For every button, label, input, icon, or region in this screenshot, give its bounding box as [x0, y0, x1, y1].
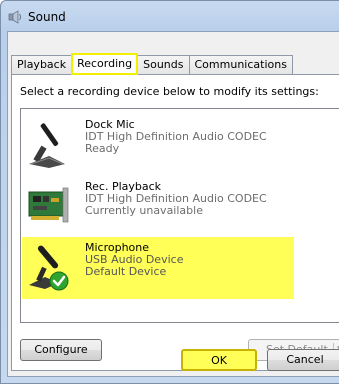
- ok-button[interactable]: OK: [181, 349, 257, 371]
- window-title: Sound: [28, 10, 66, 24]
- sound-card-icon: [25, 180, 73, 232]
- tab-sounds[interactable]: Sounds: [137, 55, 190, 75]
- speaker-icon: [7, 9, 23, 25]
- device-item-rec-playback[interactable]: Rec. Playback IDT High Definition Audio …: [22, 176, 339, 234]
- title-bar[interactable]: Sound: [7, 7, 339, 27]
- dialog-body: Playback Recording Sounds Communications…: [7, 31, 339, 377]
- tab-communications[interactable]: Communications: [188, 55, 293, 75]
- cancel-button[interactable]: Cancel: [267, 349, 339, 371]
- device-status: Ready: [85, 142, 120, 155]
- device-status: Default Device: [85, 265, 167, 278]
- tab-strip: Playback Recording Sounds Communications: [11, 53, 293, 75]
- device-list[interactable]: Dock Mic IDT High Definition Audio CODEC…: [20, 108, 339, 323]
- device-item-microphone[interactable]: Microphone USB Audio Device Default Devi…: [22, 237, 294, 299]
- microphone-default-icon: [25, 241, 73, 293]
- device-status: Currently unavailable: [85, 204, 203, 217]
- tab-playback[interactable]: Playback: [11, 55, 73, 75]
- tab-recording[interactable]: Recording: [71, 53, 139, 75]
- recording-panel: Select a recording device below to modif…: [11, 74, 339, 371]
- microphone-icon: [25, 118, 73, 170]
- instruction-text: Select a recording device below to modif…: [20, 85, 319, 98]
- device-item-dock-mic[interactable]: Dock Mic IDT High Definition Audio CODEC…: [22, 114, 339, 172]
- configure-button[interactable]: Configure: [20, 339, 102, 361]
- sound-dialog: Sound Playback Recording Sounds Communic…: [0, 0, 339, 384]
